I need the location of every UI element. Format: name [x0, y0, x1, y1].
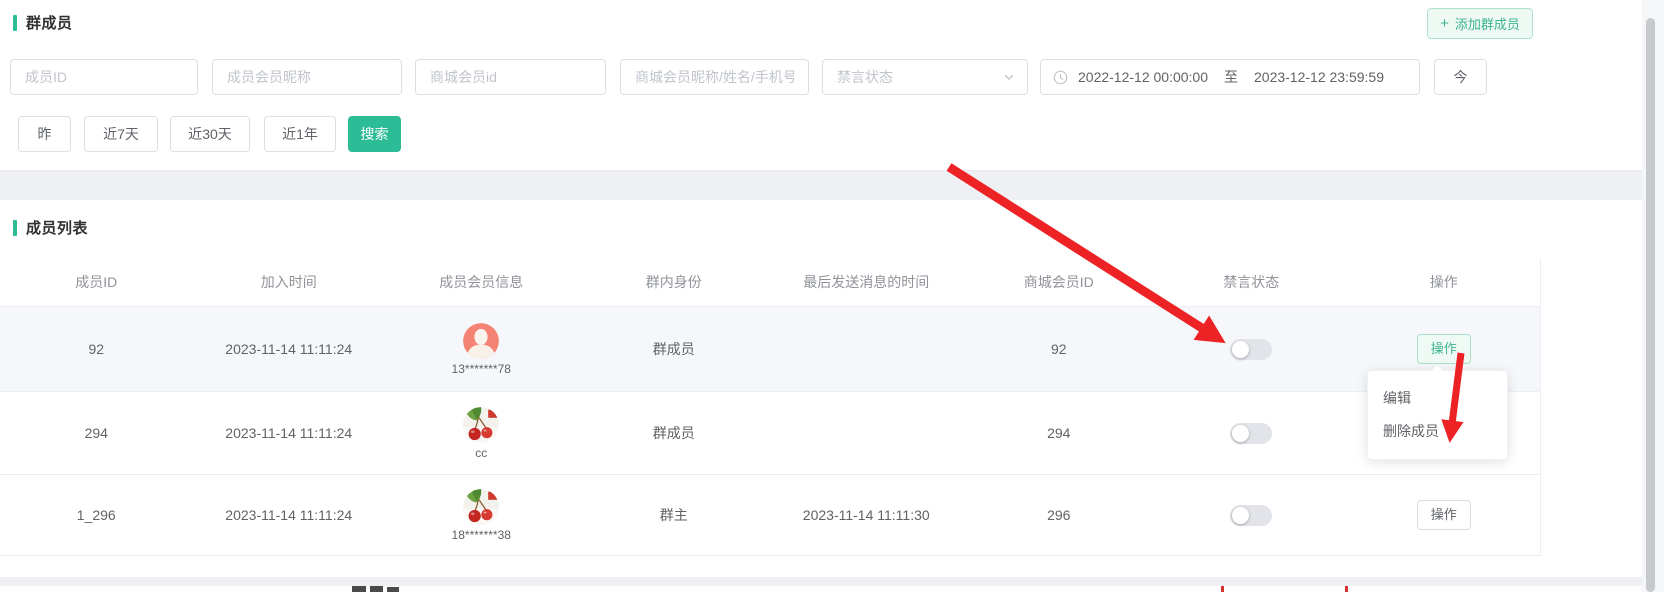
- plus-icon: +: [1440, 16, 1449, 31]
- cell-member-id: 92: [0, 341, 193, 357]
- col-member-info: 成员会员信息: [385, 272, 578, 292]
- cell-group-role: 群成员: [578, 339, 771, 359]
- today-button[interactable]: 今: [1434, 59, 1487, 95]
- cherries-avatar: [463, 489, 499, 525]
- member-label: 13*******78: [452, 362, 511, 376]
- col-join-time: 加入时间: [193, 272, 386, 292]
- cell-join-time: 2023-11-14 11:11:24: [193, 425, 386, 441]
- members-table: 成员ID 加入时间 成员会员信息 群内身份 最后发送消息的时间 商城会员ID 禁…: [0, 258, 1541, 556]
- col-group-role: 群内身份: [578, 272, 771, 292]
- panel-title-member-list: 成员列表: [13, 217, 88, 238]
- cell-actions: 操作: [1348, 500, 1541, 530]
- scrollbar-track: [1642, 0, 1664, 592]
- table-row: 1_296 2023-11-14 11:11:24: [0, 475, 1540, 556]
- scrollbar-thumb[interactable]: [1646, 18, 1655, 592]
- toggle-knob: [1232, 507, 1249, 524]
- member-nickname-input[interactable]: [212, 59, 402, 95]
- member-id-input[interactable]: [10, 59, 198, 95]
- mute-toggle[interactable]: [1230, 423, 1272, 444]
- table-row: 294 2023-11-14 11:11:24: [0, 392, 1540, 475]
- cell-member-info: 18*******38: [385, 489, 578, 542]
- row-action-button[interactable]: 操作: [1417, 500, 1471, 530]
- mall-member-info-input[interactable]: [620, 59, 809, 95]
- cherries-avatar: [463, 407, 499, 443]
- menu-item-edit[interactable]: 编辑: [1368, 382, 1507, 415]
- last-7-days-button[interactable]: 近7天: [84, 116, 158, 152]
- cell-mute-status: [1155, 423, 1348, 444]
- person-avatar-icon: [463, 323, 499, 359]
- search-button[interactable]: 搜索: [348, 116, 401, 152]
- panel-title-group-members: 群成员: [13, 12, 73, 33]
- cell-member-id: 1_296: [0, 507, 193, 523]
- add-group-member-button[interactable]: + 添加群成员: [1427, 8, 1533, 39]
- cell-join-time: 2023-11-14 11:11:24: [193, 507, 386, 523]
- cell-mall-member-id: 92: [963, 341, 1156, 357]
- cell-mute-status: [1155, 505, 1348, 526]
- title-accent-bar: [13, 15, 17, 31]
- col-mall-member-id: 商城会员ID: [963, 272, 1156, 292]
- cell-member-id: 294: [0, 425, 193, 441]
- cell-last-message-time: 2023-11-14 11:11:30: [770, 507, 963, 523]
- page-title: 群成员: [26, 12, 73, 33]
- cell-group-role: 群成员: [578, 423, 771, 443]
- last-30-days-button[interactable]: 近30天: [170, 116, 250, 152]
- date-start-value: 2022-12-12 00:00:00: [1078, 69, 1208, 85]
- cell-member-info: 13*******78: [385, 323, 578, 376]
- cell-mall-member-id: 296: [963, 507, 1156, 523]
- cutoff-content-fragment: [0, 586, 1642, 592]
- member-label: 18*******38: [452, 528, 511, 542]
- col-member-id: 成员ID: [0, 272, 193, 292]
- table-row: 92 2023-11-14 11:11:24 13*******78 群成员: [0, 307, 1540, 392]
- mute-status-placeholder: 禁言状态: [837, 67, 893, 87]
- member-list-title: 成员列表: [26, 217, 88, 238]
- yesterday-button[interactable]: 昨: [18, 116, 71, 152]
- row-action-button[interactable]: 操作: [1417, 334, 1471, 364]
- group-members-panel: 群成员 + 添加群成员 禁言状态 2022-12-12 00:00:00 至 2…: [0, 0, 1642, 171]
- cell-mall-member-id: 294: [963, 425, 1156, 441]
- cell-actions: 操作: [1348, 334, 1541, 364]
- table-header-row: 成员ID 加入时间 成员会员信息 群内身份 最后发送消息的时间 商城会员ID 禁…: [0, 258, 1540, 307]
- title-accent-bar: [13, 220, 17, 236]
- mute-toggle[interactable]: [1230, 339, 1272, 360]
- mute-toggle[interactable]: [1230, 505, 1272, 526]
- mall-member-id-input[interactable]: [415, 59, 606, 95]
- toggle-knob: [1232, 341, 1249, 358]
- action-dropdown-menu: 编辑 删除成员: [1367, 370, 1508, 460]
- member-label: cc: [475, 446, 487, 460]
- date-range-picker[interactable]: 2022-12-12 00:00:00 至 2023-12-12 23:59:5…: [1040, 59, 1420, 95]
- add-group-member-label: 添加群成员: [1455, 14, 1520, 33]
- last-1-year-button[interactable]: 近1年: [264, 116, 336, 152]
- col-actions: 操作: [1348, 272, 1541, 292]
- date-range-separator: 至: [1224, 67, 1238, 87]
- col-mute-status: 禁言状态: [1155, 272, 1348, 292]
- toggle-knob: [1232, 425, 1249, 442]
- menu-item-delete-member[interactable]: 删除成员: [1368, 415, 1507, 448]
- chevron-down-icon: [1003, 71, 1015, 83]
- cell-join-time: 2023-11-14 11:11:24: [193, 341, 386, 357]
- cell-member-info: cc: [385, 407, 578, 460]
- col-last-message-time: 最后发送消息的时间: [770, 272, 963, 292]
- mute-status-select[interactable]: 禁言状态: [822, 59, 1028, 95]
- clock-icon: [1053, 70, 1068, 85]
- cell-group-role: 群主: [578, 505, 771, 525]
- cell-mute-status: [1155, 339, 1348, 360]
- date-end-value: 2023-12-12 23:59:59: [1254, 69, 1384, 85]
